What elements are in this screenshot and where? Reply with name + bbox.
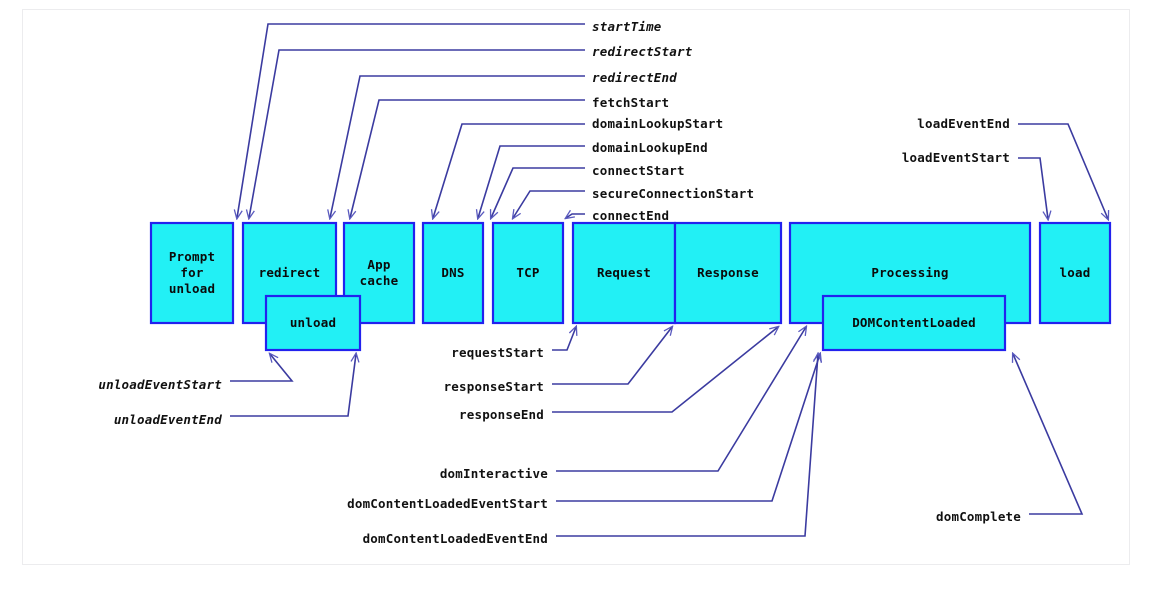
connector-domComplete (1013, 354, 1084, 515)
label-connectStart: connectStart (592, 163, 685, 178)
label-unloadEventEnd: unloadEventEnd (113, 412, 222, 427)
box-prompt-for-unload (149, 221, 235, 325)
connector-domainLookupEnd (478, 145, 585, 218)
connector-unloadEventEnd (230, 354, 356, 417)
box-response (673, 221, 783, 325)
label-domainLookupStart: domainLookupStart (592, 116, 724, 131)
box-tcp (491, 221, 565, 325)
box-load (1038, 221, 1112, 325)
label-domComplete: domComplete (936, 509, 1021, 524)
connector-domContentLoadedEventStart (556, 354, 820, 502)
connector-domContentLoadedEventEnd (556, 354, 818, 537)
connector-connectStart (491, 167, 585, 218)
label-responseStart: responseStart (443, 379, 544, 394)
connector-domInteractive (556, 327, 806, 472)
phase-box-group (149, 221, 1112, 352)
label-requestStart: requestStart (451, 345, 544, 360)
connector-domainLookupStart (433, 123, 585, 218)
label-loadEventStart: loadEventStart (901, 150, 1010, 165)
connector-responseEnd (552, 327, 778, 413)
connector-connectEnd (566, 214, 585, 218)
label-redirectStart: redirectStart (592, 44, 693, 59)
connector-fetchStart (350, 99, 585, 218)
label-domContentLoadedEventStart: domContentLoadedEventStart (347, 496, 548, 511)
connector-requestStart (552, 327, 576, 351)
label-domainLookupEnd: domainLookupEnd (592, 140, 708, 155)
label-fetchStart: fetchStart (592, 95, 670, 110)
label-domInteractive: domInteractive (439, 466, 548, 481)
label-domContentLoadedEventEnd: domContentLoadedEventEnd (362, 531, 548, 546)
box-dom-content-loaded (821, 294, 1007, 352)
navigation-timing-diagram: Prompt for unload redirect App cache DNS TCP… (0, 0, 1167, 593)
label-unloadEventStart: unloadEventStart (98, 377, 222, 392)
label-secureConnectionStart: secureConnectionStart (592, 186, 755, 201)
connector-loadEventEnd (1018, 123, 1108, 219)
box-dns (421, 221, 485, 325)
label-loadEventEnd: loadEventEnd (917, 116, 1010, 131)
box-request (571, 221, 677, 325)
label-responseEnd: responseEnd (459, 407, 544, 422)
connector-unloadEventStart (230, 354, 294, 382)
label-startTime: startTime (592, 19, 662, 34)
connector-startTime (237, 23, 585, 218)
label-redirectEnd: redirectEnd (592, 70, 677, 85)
label-connectEnd: connectEnd (592, 208, 670, 223)
diagram-vector-layer (149, 23, 1112, 537)
connector-loadEventStart (1018, 157, 1048, 219)
box-unload (264, 294, 362, 352)
connector-responseStart (552, 327, 672, 385)
